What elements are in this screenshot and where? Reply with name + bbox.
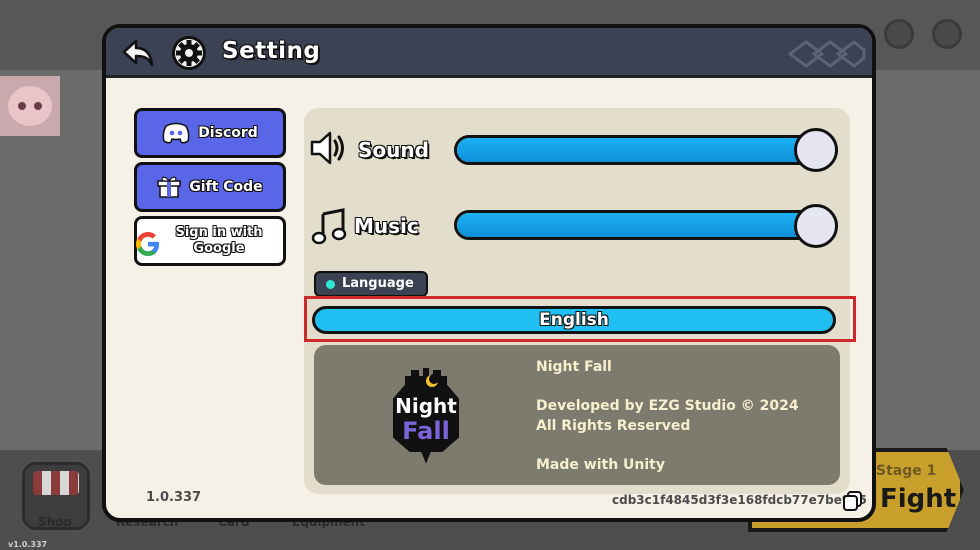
back-arrow-icon (122, 39, 154, 67)
avatar-face (8, 86, 52, 126)
gear-icon (172, 36, 206, 70)
settings-dialog: Setting Discord Gift Code Sign in with G… (102, 24, 876, 522)
gear-icon[interactable] (932, 19, 962, 49)
music-slider[interactable] (454, 210, 838, 240)
language-tag-label: Language (342, 276, 414, 291)
language-dropdown[interactable]: English (312, 306, 836, 334)
speaker-icon (310, 131, 344, 165)
sound-slider-fill (457, 138, 835, 162)
google-signin-label: Sign in with Google (175, 225, 262, 256)
logo-fall-text: Fall (402, 417, 450, 445)
developer-text: Developed by EZG Studio © 2024 (536, 398, 799, 414)
google-icon (136, 232, 159, 256)
music-slider-knob[interactable] (794, 204, 838, 248)
sound-slider-knob[interactable] (794, 128, 838, 172)
game-name: Night Fall (536, 359, 612, 375)
music-slider-fill (457, 213, 835, 237)
version-label: 1.0.337 (146, 490, 202, 505)
fight-label: Fight (880, 484, 957, 514)
discord-button[interactable]: Discord (134, 108, 286, 158)
gift-icon (157, 176, 182, 198)
device-hash-label: cdb3c1f4845d3f3e168fdcb77e7be945 (612, 493, 867, 507)
rights-text: All Rights Reserved (536, 418, 691, 434)
music-note-icon (311, 208, 347, 245)
back-button[interactable] (122, 38, 154, 68)
target-icon[interactable] (884, 19, 914, 49)
copy-icon[interactable] (842, 490, 864, 512)
avatar-eye (34, 102, 42, 110)
gift-code-label: Gift Code (189, 179, 263, 195)
discord-label: Discord (198, 125, 258, 141)
header-ornament (787, 40, 866, 68)
dialog-title: Setting (222, 38, 321, 64)
sound-label: Sound (358, 138, 429, 162)
avatar-eye (18, 102, 26, 110)
music-label: Music (354, 214, 419, 238)
night-fall-logo: Night Fall (393, 368, 459, 464)
nav-shop-label[interactable]: Shop (38, 515, 72, 529)
gift-code-button[interactable]: Gift Code (134, 162, 286, 212)
discord-icon (162, 122, 190, 144)
dialog-header: Setting (106, 28, 872, 78)
google-signin-line2: Google (193, 241, 245, 256)
settings-panel: Sound Music Language English Night Fall … (304, 108, 856, 494)
google-signin-button[interactable]: Sign in with Google (134, 216, 286, 266)
version-tiny: v1.0.337 (8, 540, 48, 549)
language-tag: Language (314, 271, 428, 297)
stage-label: Stage 1 (876, 463, 937, 479)
sound-slider[interactable] (454, 135, 838, 165)
player-avatar[interactable] (0, 76, 60, 136)
logo-night-text: Night (395, 394, 457, 418)
about-box: Night Fall Night Fall Developed by EZG S… (314, 345, 840, 485)
language-dot-icon (326, 280, 335, 289)
engine-text: Made with Unity (536, 457, 665, 473)
google-signin-line1: Sign in with (175, 225, 263, 241)
